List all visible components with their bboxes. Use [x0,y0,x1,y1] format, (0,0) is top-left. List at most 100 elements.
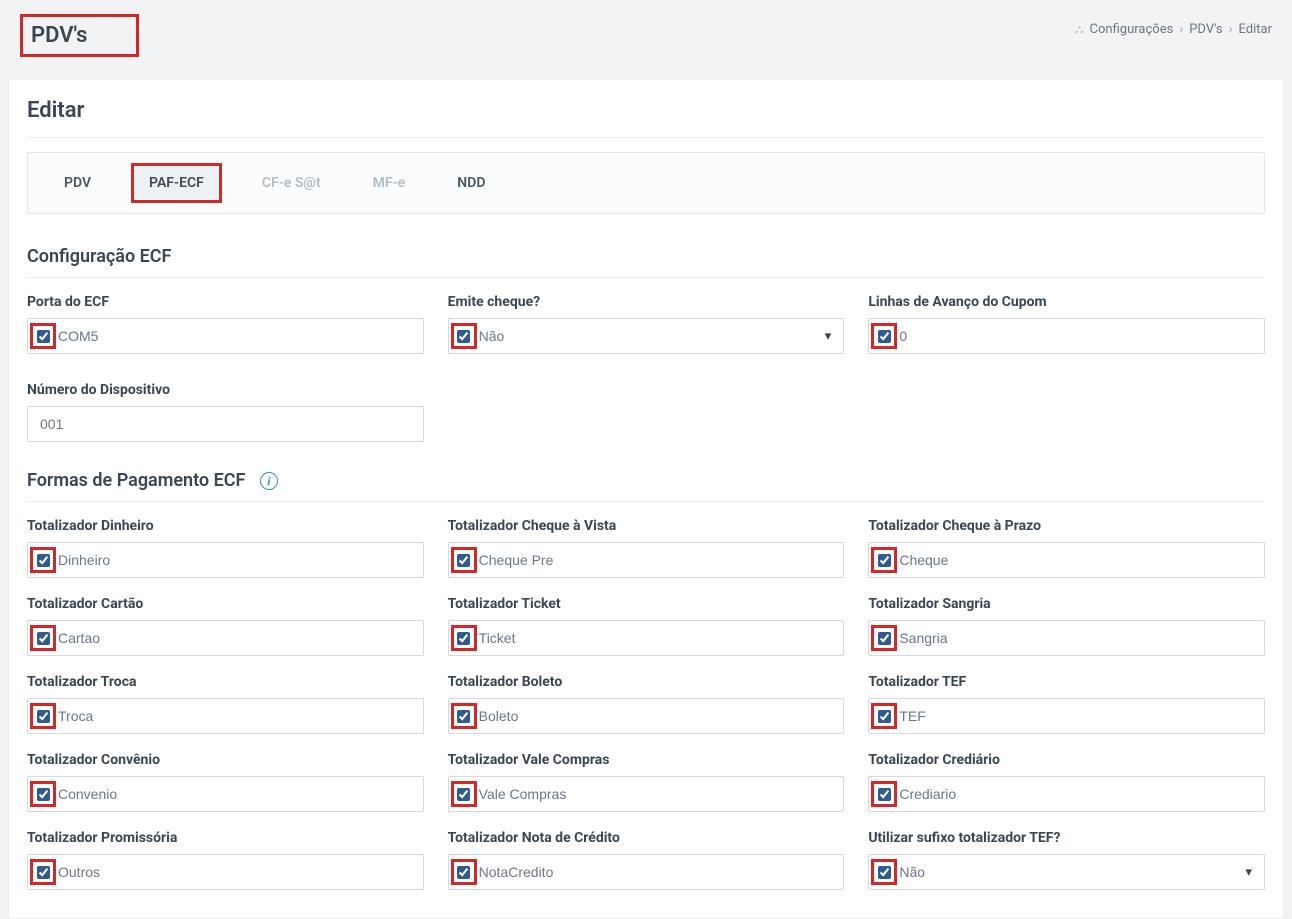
cartao-label: Totalizador Cartão [27,596,424,612]
sufixo-tef-select-wrap [868,854,1265,890]
linhas-avanco-input[interactable] [869,319,1264,353]
vale-compras-checkbox[interactable] [457,788,470,801]
dinheiro-checkbox[interactable] [37,554,50,567]
cheque-vista-input[interactable] [449,543,844,577]
tef-input[interactable] [869,699,1264,733]
boleto-checkbox[interactable] [457,710,470,723]
crediario-check-overlay [871,781,897,807]
breadcrumb-separator: › [1229,22,1233,37]
boleto-check-overlay [451,703,477,729]
ticket-checkbox[interactable] [457,632,470,645]
breadcrumb-root[interactable]: Configurações [1090,22,1174,37]
cartao-checkbox[interactable] [37,632,50,645]
emite-cheque-label: Emite cheque? [448,294,845,310]
ticket-label: Totalizador Ticket [448,596,845,612]
tab-pdv[interactable]: PDV [52,167,103,199]
vale-compras-check-overlay [451,781,477,807]
linhas-avanco-check-overlay [871,323,897,349]
troca-label: Totalizador Troca [27,674,424,690]
card-title: Editar [27,98,1265,138]
section-title-formas: Formas de Pagamento ECF i [27,470,1265,502]
tab-ndd[interactable]: NDD [445,167,497,199]
nota-credito-input[interactable] [449,855,844,889]
sangria-input[interactable] [869,621,1264,655]
convenio-checkbox[interactable] [37,788,50,801]
porta-ecf-check-overlay [30,323,56,349]
emite-cheque-select[interactable] [449,319,844,353]
tef-label: Totalizador TEF [868,674,1265,690]
dinheiro-check-overlay [30,547,56,573]
numero-dispositivo-label: Número do Dispositivo [27,382,424,398]
cheque-prazo-input-wrap [868,542,1265,578]
page-title: PDV's [31,23,88,48]
breadcrumb-separator: › [1179,22,1183,37]
numero-dispositivo-input[interactable] [28,407,423,441]
porta-ecf-input-wrap [27,318,424,354]
cheque-prazo-checkbox[interactable] [878,554,891,567]
sitemap-icon: ⛬ [1075,22,1083,37]
cartao-check-overlay [30,625,56,651]
linhas-avanco-checkbox[interactable] [878,330,891,343]
sufixo-tef-label: Utilizar sufixo totalizador TEF? [868,830,1265,846]
tab-paf-ecf[interactable]: PAF-ECF [135,167,218,199]
sangria-check-overlay [871,625,897,651]
sufixo-tef-checkbox[interactable] [878,866,891,879]
dinheiro-input[interactable] [28,543,423,577]
ticket-input-wrap [448,620,845,656]
boleto-input-wrap [448,698,845,734]
tef-input-wrap [868,698,1265,734]
emite-cheque-checkbox[interactable] [457,330,470,343]
convenio-input[interactable] [28,777,423,811]
sangria-input-wrap [868,620,1265,656]
troca-checkbox[interactable] [37,710,50,723]
sangria-label: Totalizador Sangria [868,596,1265,612]
sufixo-tef-select[interactable] [869,855,1264,889]
porta-ecf-checkbox[interactable] [37,330,50,343]
numero-dispositivo-input-wrap [27,406,424,442]
vale-compras-input[interactable] [449,777,844,811]
cartao-input-wrap [27,620,424,656]
convenio-label: Totalizador Convênio [27,752,424,768]
cheque-vista-check-overlay [451,547,477,573]
vale-compras-label: Totalizador Vale Compras [448,752,845,768]
sufixo-tef-check-overlay [871,859,897,885]
cheque-prazo-check-overlay [871,547,897,573]
info-icon[interactable]: i [260,472,278,490]
tab-cfe-sat[interactable]: CF-e S@t [250,167,333,199]
section-title-ecf: Configuração ECF [27,246,1265,278]
cheque-vista-checkbox[interactable] [457,554,470,567]
sangria-checkbox[interactable] [878,632,891,645]
promissoria-checkbox[interactable] [37,866,50,879]
troca-input[interactable] [28,699,423,733]
emite-cheque-check-overlay [451,323,477,349]
tef-checkbox[interactable] [878,710,891,723]
convenio-input-wrap [27,776,424,812]
ticket-input[interactable] [449,621,844,655]
nota-credito-checkbox[interactable] [457,866,470,879]
porta-ecf-label: Porta do ECF [27,294,424,310]
porta-ecf-input[interactable] [28,319,423,353]
section-title-formas-text: Formas de Pagamento ECF [27,470,245,491]
breadcrumb-leaf: Editar [1239,22,1273,37]
crediario-checkbox[interactable] [878,788,891,801]
tab-paf-ecf-highlight: PAF-ECF [131,163,222,203]
page-title-highlight: PDV's [20,14,139,57]
cartao-input[interactable] [28,621,423,655]
nota-credito-label: Totalizador Nota de Crédito [448,830,845,846]
nota-credito-check-overlay [451,859,477,885]
boleto-label: Totalizador Boleto [448,674,845,690]
crediario-input[interactable] [869,777,1264,811]
breadcrumb: ⛬ Configurações › PDV's › Editar [1075,22,1272,37]
boleto-input[interactable] [449,699,844,733]
troca-check-overlay [30,703,56,729]
cheque-vista-input-wrap [448,542,845,578]
cheque-prazo-input[interactable] [869,543,1264,577]
tef-check-overlay [871,703,897,729]
convenio-check-overlay [30,781,56,807]
promissoria-input[interactable] [28,855,423,889]
promissoria-check-overlay [30,859,56,885]
emite-cheque-select-wrap [448,318,845,354]
breadcrumb-mid[interactable]: PDV's [1189,22,1222,37]
vale-compras-input-wrap [448,776,845,812]
tab-mfe[interactable]: MF-e [361,167,418,199]
